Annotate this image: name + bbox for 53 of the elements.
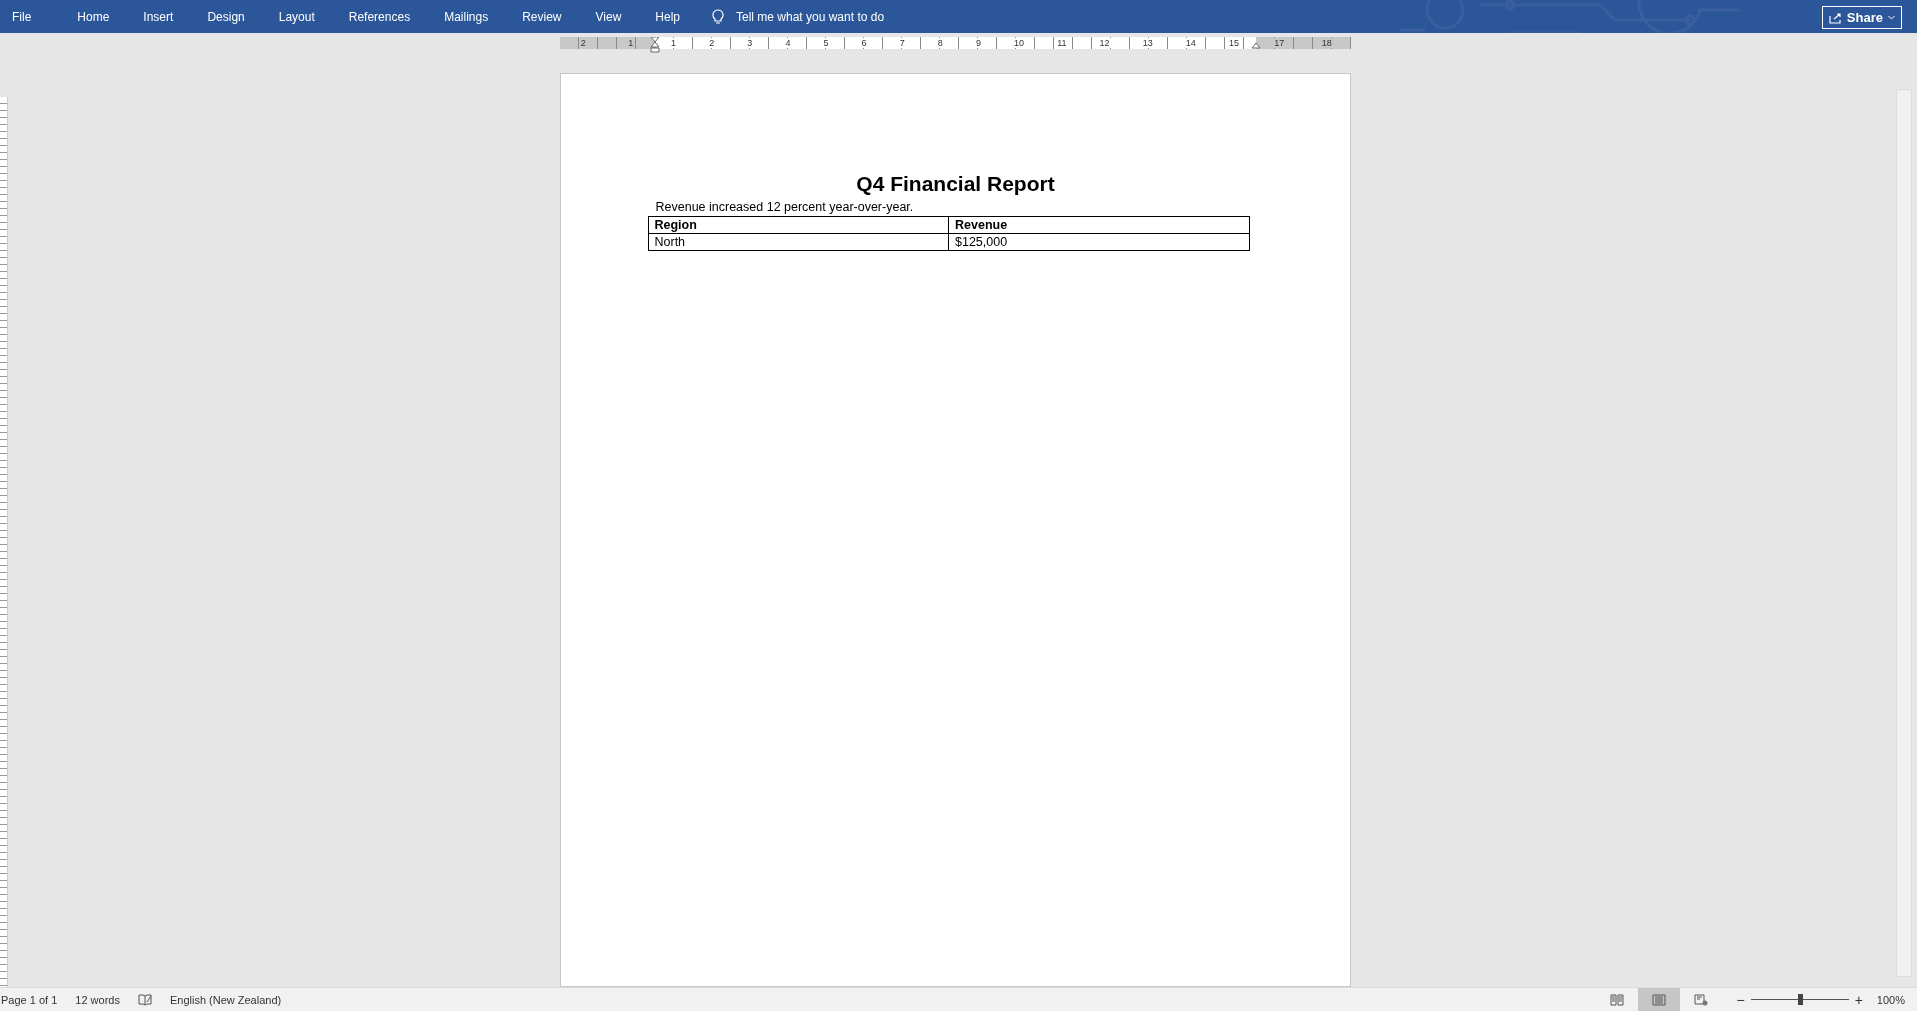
ruler-number: 2	[708, 38, 716, 48]
ribbon-tab[interactable]: Design	[201, 0, 257, 33]
page-lines-icon	[1652, 993, 1667, 1006]
ruler-number: 7	[898, 38, 906, 48]
ruler-number: 8	[936, 38, 944, 48]
indent-marker-icon[interactable]	[1250, 42, 1261, 49]
web-page-icon	[1694, 993, 1709, 1006]
ruler-number: 6	[860, 38, 868, 48]
ruler-number: 1	[670, 38, 678, 48]
table-header-cell: Revenue	[948, 216, 1249, 234]
ruler-number: 10	[1013, 38, 1026, 48]
open-book-icon	[1610, 993, 1625, 1006]
proofing-book-icon[interactable]	[137, 993, 152, 1006]
ruler-number: 1	[627, 38, 635, 48]
ribbon-tab[interactable]: Review	[516, 0, 574, 33]
ribbon-tab[interactable]: Insert	[137, 0, 186, 33]
language-label[interactable]: English (New Zealand)	[169, 993, 282, 1006]
document-title: Q4 Financial Report	[855, 172, 1056, 196]
table-header-cell: Region	[648, 216, 949, 234]
zoom-out-button[interactable]: −	[1736, 991, 1745, 1008]
ribbon-tab[interactable]: Mailings	[438, 0, 501, 33]
ruler-number: 11	[1056, 38, 1068, 48]
ribbon-tab[interactable]: Home	[71, 0, 122, 33]
share-icon	[1828, 11, 1842, 24]
ruler-number: 13	[1141, 38, 1154, 48]
zoom-in-button[interactable]: +	[1854, 991, 1863, 1008]
ruler-number: 5	[822, 38, 830, 48]
ribbon-tab[interactable]: Help	[649, 0, 692, 33]
ruler-number: 4	[784, 38, 792, 48]
lightbulb-icon	[712, 8, 724, 25]
page-count[interactable]: Page 1 of 1	[1, 993, 58, 1006]
ribbon-tab[interactable]: View	[589, 0, 634, 33]
ruler-number: 17	[1273, 38, 1286, 48]
ruler-number: 2	[579, 38, 587, 48]
ruler-number: 18	[1320, 38, 1333, 48]
word-count[interactable]: 12 words	[75, 993, 120, 1006]
ruler-number: 9	[974, 38, 982, 48]
ruler-number: 12	[1098, 38, 1111, 48]
table-cell: $125,000	[948, 233, 1249, 251]
print-layout-button[interactable]	[1638, 988, 1681, 1011]
ribbon-tab[interactable]: File	[6, 0, 44, 33]
share-button[interactable]: Share	[1821, 6, 1902, 29]
zoom-level[interactable]: 100%	[1876, 993, 1905, 1006]
indent-marker-icon[interactable]	[649, 37, 660, 53]
ribbon-tab[interactable]: References	[342, 0, 423, 33]
tell-me-field[interactable]: Tell me what you want to do	[712, 8, 938, 25]
body-paragraph: Revenue increased 12 percent year-over-year.	[654, 200, 915, 214]
ribbon-tab[interactable]: Layout	[272, 0, 327, 33]
ruler-number: 15	[1227, 38, 1240, 48]
caret-icon	[1888, 15, 1895, 20]
ruler-number: 14	[1184, 38, 1197, 48]
table-cell: North	[648, 233, 949, 251]
ruler-number: 3	[746, 38, 754, 48]
